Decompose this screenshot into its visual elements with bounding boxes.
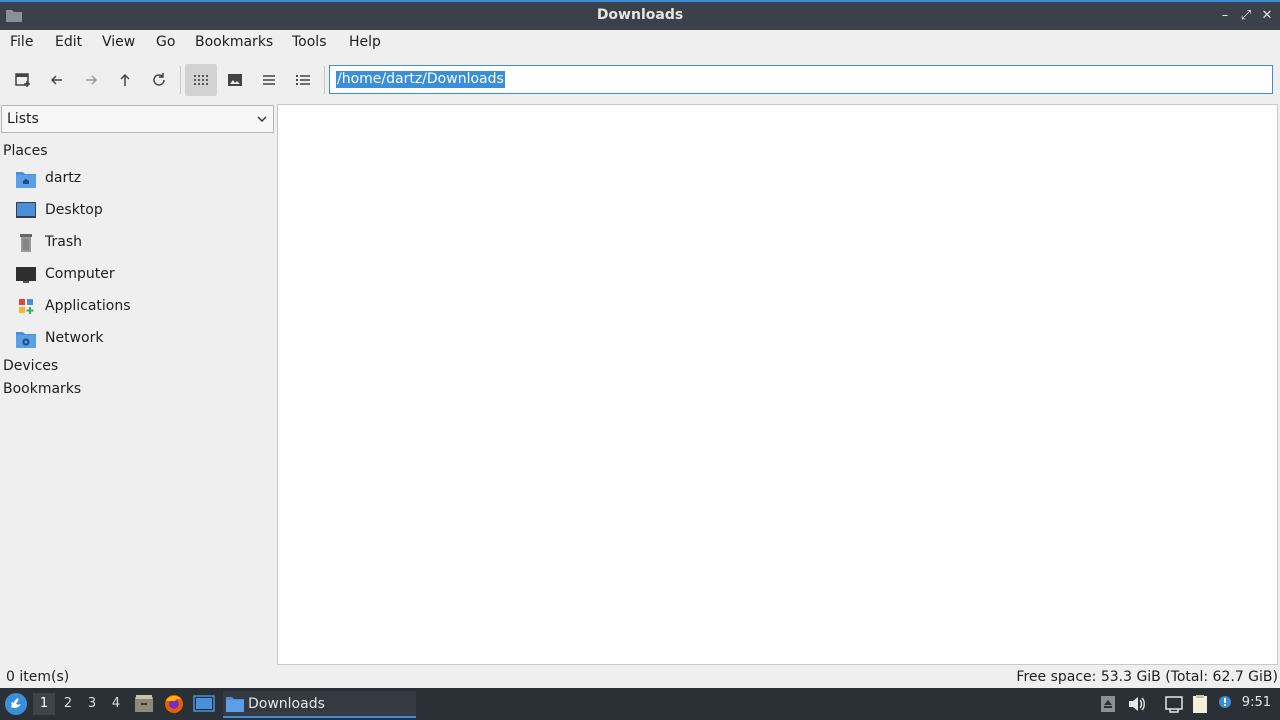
forward-button[interactable]: [75, 64, 107, 96]
menu-help[interactable]: Help: [349, 34, 381, 50]
network-folder-icon: [16, 332, 36, 348]
computer-icon: [16, 267, 36, 283]
sidebar-item-label: Applications: [45, 298, 131, 314]
start-menu-icon[interactable]: [4, 692, 28, 716]
compact-view-icon: [263, 75, 275, 85]
back-button[interactable]: [41, 64, 73, 96]
sidebar-item-label: dartz: [45, 170, 82, 186]
minimize-button[interactable]: –: [1216, 7, 1234, 25]
file-list-view[interactable]: [277, 104, 1278, 665]
menu-file[interactable]: File: [10, 34, 33, 50]
sidebar-item-trash[interactable]: Trash: [16, 230, 266, 256]
menu-go[interactable]: Go: [156, 34, 175, 50]
applications-icon: [19, 299, 34, 314]
show-desktop-icon[interactable]: [193, 693, 215, 715]
taskbar-task-downloads[interactable]: Downloads: [223, 691, 416, 718]
home-folder-icon: [16, 172, 36, 188]
maximize-button[interactable]: ⤢: [1237, 7, 1255, 25]
detailed-list-view-icon: [296, 75, 310, 85]
back-icon: [50, 75, 62, 85]
chevron-down-icon: [257, 116, 267, 122]
item-count: 0 item(s): [6, 669, 70, 685]
side-pane-mode-label: Lists: [7, 111, 39, 127]
toolbar-separator: [324, 66, 325, 94]
section-bookmarks[interactable]: Bookmarks: [3, 381, 81, 397]
file-manager-launcher-icon[interactable]: [133, 693, 155, 715]
icon-view-button[interactable]: [185, 64, 217, 96]
sidebar-item-label: Trash: [45, 234, 82, 250]
sidebar-item-label: Desktop: [45, 202, 103, 218]
section-places[interactable]: Places: [3, 143, 48, 159]
workspace-2[interactable]: 2: [57, 693, 79, 715]
sidebar-item-home[interactable]: dartz: [16, 166, 266, 192]
menubar: File Edit View Go Bookmarks Tools Help: [0, 30, 1280, 56]
workspace-3[interactable]: 3: [81, 693, 103, 715]
volume-icon[interactable]: [1126, 694, 1146, 714]
close-button[interactable]: ✕: [1258, 7, 1276, 25]
taskbar: 1 2 3 4 Downloads 9:51: [0, 688, 1280, 720]
menu-view[interactable]: View: [102, 34, 135, 50]
location-input[interactable]: /home/dartz/Downloads: [329, 65, 1273, 94]
update-notification-icon[interactable]: [1215, 694, 1235, 714]
toolbar-separator: [180, 66, 181, 94]
up-button[interactable]: [109, 64, 141, 96]
menu-edit[interactable]: Edit: [55, 34, 82, 50]
side-pane-mode-select[interactable]: Lists: [1, 105, 274, 133]
taskbar-task-label: Downloads: [248, 696, 325, 712]
window-titlebar[interactable]: Downloads – ⤢ ✕: [0, 0, 1280, 30]
menu-bookmarks[interactable]: Bookmarks: [195, 34, 273, 50]
reload-button[interactable]: [143, 64, 175, 96]
sidebar-item-desktop[interactable]: Desktop: [16, 198, 266, 224]
free-space: Free space: 53.3 GiB (Total: 62.7 GiB): [1016, 669, 1278, 685]
icon-view-icon: [194, 75, 208, 85]
window-title: Downloads: [596, 7, 684, 23]
reload-icon: [153, 73, 165, 86]
detailed-list-view-button[interactable]: [287, 64, 319, 96]
sidebar-item-label: Computer: [45, 266, 115, 282]
clipboard-icon[interactable]: [1190, 694, 1210, 714]
up-icon: [120, 73, 130, 86]
compact-view-button[interactable]: [253, 64, 285, 96]
thumbnail-view-icon: [228, 74, 242, 86]
new-tab-icon: [15, 73, 30, 87]
clock[interactable]: 9:51: [1242, 695, 1271, 710]
folder-icon: [226, 697, 244, 712]
sidebar-item-computer[interactable]: Computer: [16, 262, 266, 288]
forward-icon: [86, 75, 98, 85]
statusbar: 0 item(s) Free space: 53.3 GiB (Total: 6…: [0, 666, 1280, 688]
firefox-icon[interactable]: [163, 693, 185, 715]
sidebar-item-applications[interactable]: Applications: [16, 294, 266, 320]
sidebar-item-label: Network: [45, 330, 104, 346]
trash-icon: [20, 234, 32, 252]
sidebar-item-network[interactable]: Network: [16, 326, 266, 352]
workspace-1[interactable]: 1: [33, 693, 55, 715]
thumbnail-view-button[interactable]: [219, 64, 251, 96]
desktop-icon: [16, 202, 36, 218]
network-icon[interactable]: [1164, 694, 1184, 714]
eject-icon[interactable]: [1098, 694, 1118, 714]
menu-tools[interactable]: Tools: [292, 34, 327, 50]
section-devices[interactable]: Devices: [3, 358, 58, 374]
location-path-text: /home/dartz/Downloads: [336, 71, 505, 88]
workspace-4[interactable]: 4: [105, 693, 127, 715]
new-tab-button[interactable]: [7, 64, 39, 96]
